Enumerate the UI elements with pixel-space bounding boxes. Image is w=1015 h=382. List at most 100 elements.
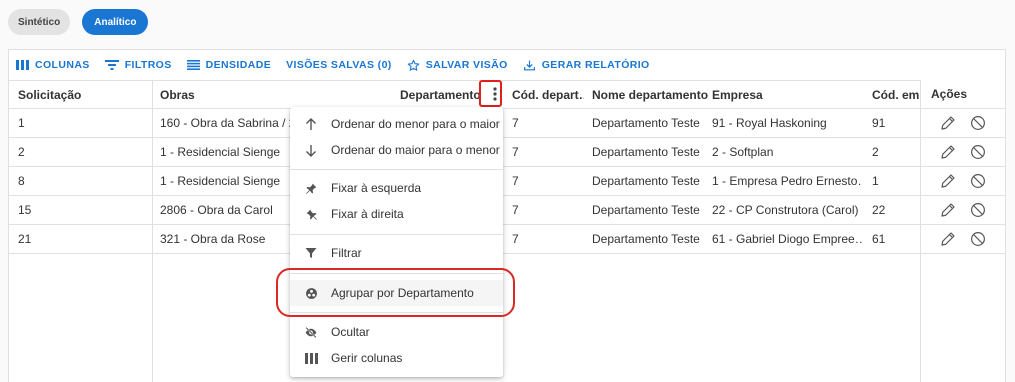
cell-cod-empresa: 61 <box>872 232 886 246</box>
filters-label: FILTROS <box>124 59 172 71</box>
menu-item-sort-desc[interactable]: Ordenar do maior para o menor <box>290 137 503 163</box>
filter-lines-icon <box>104 60 119 70</box>
download-icon <box>523 60 535 70</box>
cell-obras: 1 - Residencial Sienge <box>160 174 281 188</box>
menu-divider <box>290 273 503 274</box>
menu-divider <box>290 312 503 313</box>
column-header-empresa[interactable]: Empresa <box>712 81 763 109</box>
cell-cod-departamento: 7 <box>512 116 519 130</box>
actions-row <box>921 109 1005 138</box>
cell-obras: 2806 - Obra da Carol <box>160 203 273 217</box>
menu-item-filter[interactable]: Filtrar <box>290 240 503 266</box>
edit-pencil-icon[interactable] <box>939 172 957 190</box>
generate-report-label: GERAR RELATÓRIO <box>541 59 650 71</box>
view-toggle: Sintético Analítico <box>8 9 149 35</box>
filters-button[interactable]: FILTROS <box>104 59 172 71</box>
column-header-obras[interactable]: Obras <box>160 81 195 109</box>
edit-pencil-icon[interactable] <box>939 143 957 161</box>
grid-toolbar: COLUNAS FILTROS DENSIDADE VISÕES SALVAS … <box>9 50 1005 80</box>
menu-item-sort-asc[interactable]: Ordenar do menor para o maior <box>290 111 503 137</box>
menu-item-label: Fixar à direita <box>331 207 404 221</box>
cell-empresa: 22 - CP Construtora (Carol) <box>712 203 859 217</box>
cell-cod-empresa: 91 <box>872 116 886 130</box>
cell-nome-departamento: Departamento Teste <box>592 145 700 159</box>
density-label: DENSIDADE <box>205 59 272 71</box>
block-icon[interactable] <box>969 114 987 132</box>
menu-item-group-by[interactable]: Agrupar por Departamento <box>290 280 503 306</box>
analitico-view-button[interactable]: Analítico <box>82 9 149 35</box>
table-row[interactable]: 21 321 - Obra da Rose 7 Departamento Tes… <box>9 225 1005 254</box>
actions-header-label: Ações <box>931 87 968 101</box>
menu-item-hide[interactable]: Ocultar <box>290 319 503 345</box>
block-icon[interactable] <box>969 230 987 248</box>
arrow-up-icon <box>304 117 318 131</box>
column-header-departamento[interactable]: Departamento <box>400 81 481 109</box>
save-view-button[interactable]: SALVAR VISÃO <box>407 59 508 72</box>
column-header-solicitacao[interactable]: Solicitação <box>18 81 81 109</box>
pin-icon <box>304 207 318 221</box>
cell-obras: 1 - Residencial Sienge <box>160 145 281 159</box>
cell-nome-departamento: Departamento Teste <box>592 232 700 246</box>
block-icon[interactable] <box>969 201 987 219</box>
edit-pencil-icon[interactable] <box>939 114 957 132</box>
column-header-nome-departamento[interactable]: Nome departamento <box>592 81 708 109</box>
columns-button[interactable]: COLUNAS <box>16 59 90 71</box>
column-menu-button[interactable] <box>486 82 504 106</box>
cell-solicitacao: 1 <box>18 116 25 130</box>
generate-report-button[interactable]: GERAR RELATÓRIO <box>523 59 650 72</box>
menu-item-label: Ocultar <box>331 325 370 339</box>
actions-header: Ações <box>921 80 1005 109</box>
menu-item-label: Filtrar <box>331 246 362 260</box>
cell-cod-empresa: 1 <box>872 174 879 188</box>
column-menu: Ordenar do menor para o maior Ordenar do… <box>290 107 503 377</box>
menu-item-label: Ordenar do menor para o maior <box>331 117 500 131</box>
more-vert-icon <box>493 87 497 101</box>
cell-solicitacao: 8 <box>18 174 25 188</box>
grid-header: Solicitação Obras Departamento Cód. depa… <box>9 80 1005 109</box>
table-row[interactable]: 15 2806 - Obra da Carol 7 Departamento T… <box>9 196 1005 225</box>
actions-column: Ações <box>920 80 1005 382</box>
cell-empresa: 91 - Royal Haskoning <box>712 116 827 130</box>
menu-item-label: Ordenar do maior para o menor <box>331 143 500 157</box>
saved-views-button[interactable]: VISÕES SALVAS (0) <box>286 59 392 71</box>
save-view-label: SALVAR VISÃO <box>425 59 508 71</box>
star-outline-icon <box>407 59 420 71</box>
saved-views-label: VISÕES SALVAS (0) <box>286 59 392 71</box>
cell-cod-departamento: 7 <box>512 145 519 159</box>
cell-obras: 321 - Obra da Rose <box>160 232 266 246</box>
sintetico-view-button[interactable]: Sintético <box>8 9 71 35</box>
columns-label: COLUNAS <box>35 59 90 71</box>
cell-cod-departamento: 7 <box>512 203 519 217</box>
view-column-icon <box>304 351 318 365</box>
cell-empresa: 2 - Softplan <box>712 145 774 159</box>
menu-divider <box>290 234 503 235</box>
actions-row <box>921 167 1005 196</box>
table-row[interactable]: 1 160 - Obra da Sabrina / 26 7 Departame… <box>9 109 1005 138</box>
edit-pencil-icon[interactable] <box>939 230 957 248</box>
edit-pencil-icon[interactable] <box>939 201 957 219</box>
column-header-cod-departamento[interactable]: Cód. depart… <box>512 81 584 109</box>
cell-nome-departamento: Departamento Teste <box>592 116 700 130</box>
density-icon <box>186 60 200 70</box>
block-icon[interactable] <box>969 143 987 161</box>
cell-cod-empresa: 22 <box>872 203 886 217</box>
group-workspaces-icon <box>304 286 318 300</box>
menu-item-label: Agrupar por Departamento <box>331 286 474 300</box>
table-row[interactable]: 8 1 - Residencial Sienge 7 Departamento … <box>9 167 1005 196</box>
menu-item-pin-right[interactable]: Fixar à direita <box>290 201 503 227</box>
pin-icon <box>304 181 318 195</box>
block-icon[interactable] <box>969 172 987 190</box>
cell-obras: 160 - Obra da Sabrina / 26 <box>160 116 291 130</box>
column-header-cod-empresa[interactable]: Cód. empr <box>872 81 920 109</box>
table-row[interactable]: 2 1 - Residencial Sienge 7 Departamento … <box>9 138 1005 167</box>
actions-row <box>921 138 1005 167</box>
cell-empresa: 61 - Gabriel Diogo Empree… <box>712 232 862 246</box>
cell-nome-departamento: Departamento Teste <box>592 174 700 188</box>
visibility-off-icon <box>304 325 318 339</box>
cell-cod-departamento: 7 <box>512 232 519 246</box>
actions-row <box>921 196 1005 225</box>
menu-item-manage-columns[interactable]: Gerir colunas <box>290 345 503 371</box>
arrow-down-icon <box>304 143 318 157</box>
density-button[interactable]: DENSIDADE <box>186 59 272 71</box>
menu-item-pin-left[interactable]: Fixar à esquerda <box>290 175 503 201</box>
